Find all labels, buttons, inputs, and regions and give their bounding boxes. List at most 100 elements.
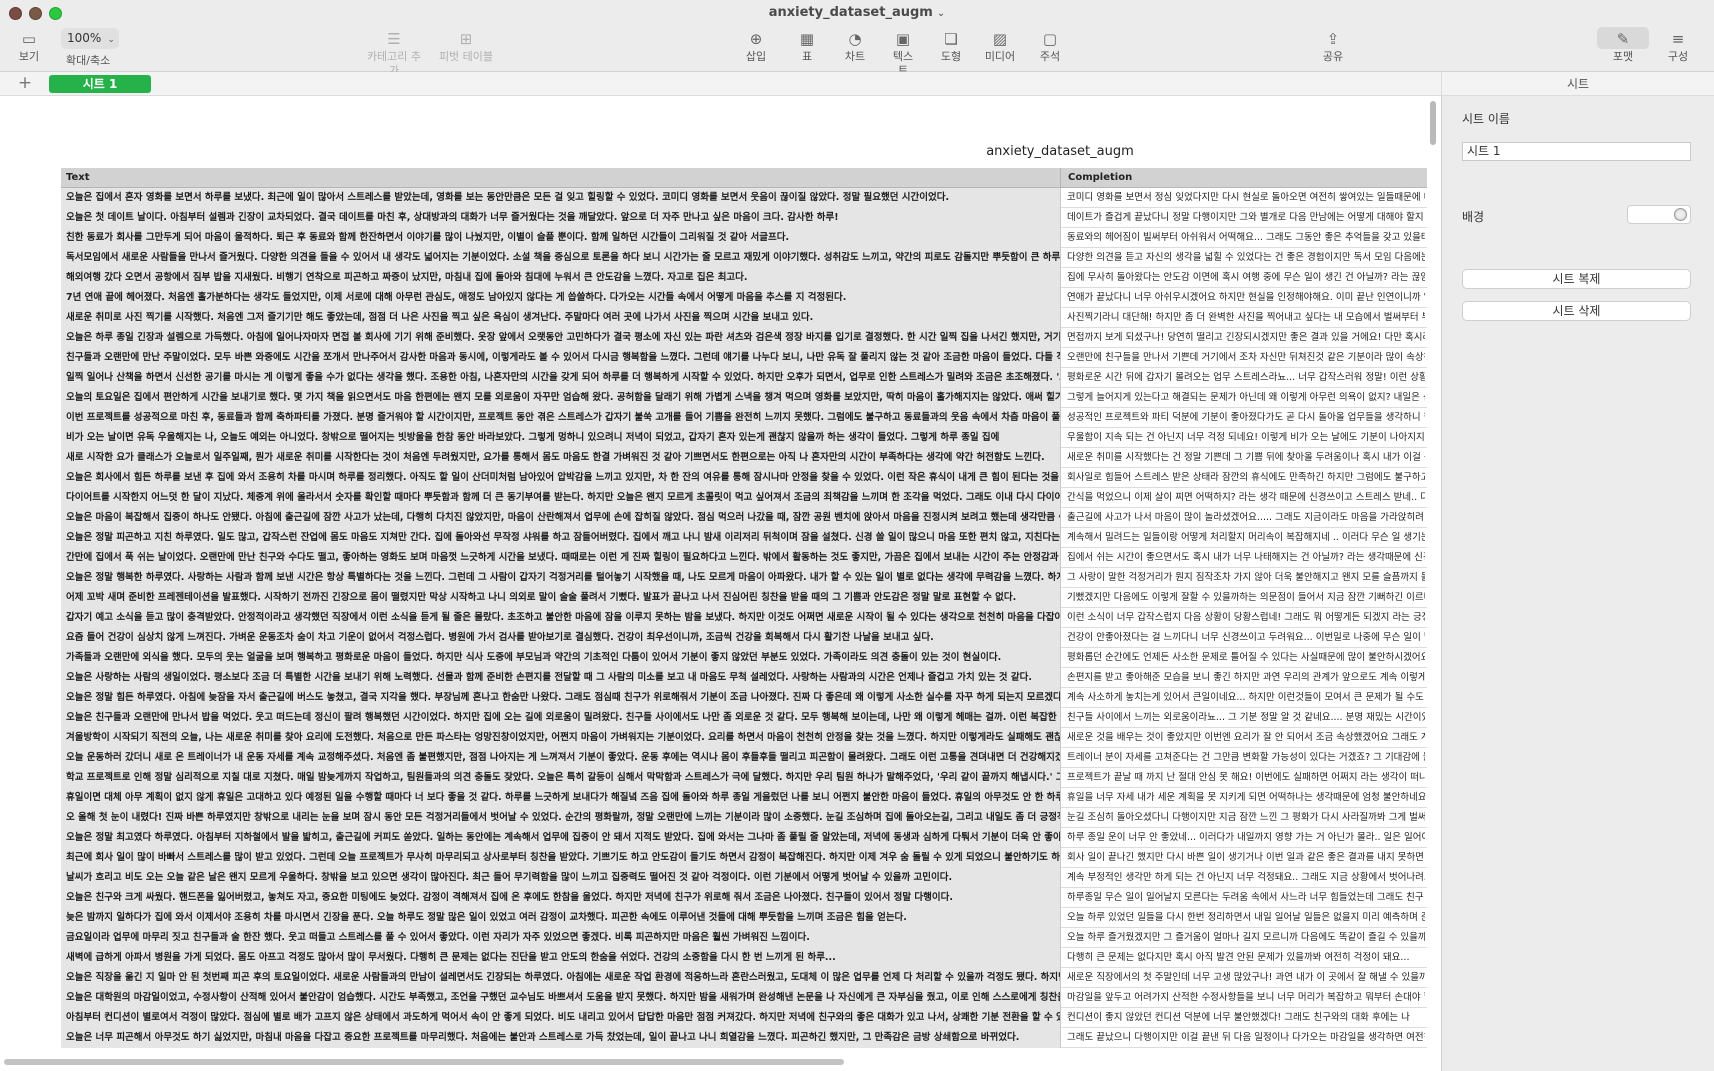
vertical-scrollbar[interactable] xyxy=(1428,97,1438,1071)
completion-cell[interactable]: 성공적인 프로젝트와 파티 덕분에 기분이 좋아졌다가도 곧 다시 돌아올 업무… xyxy=(1063,408,1425,428)
completion-cell[interactable]: 오랜만에 친구들을 만나서 기쁜데 거기에서 조차 자신만 뒤쳐진것 같은 기분… xyxy=(1063,348,1425,368)
text-cell[interactable]: 새로 시작한 요가 클래스가 오늘로서 일주일째, 뭔가 새로운 취미를 시작한… xyxy=(61,448,1061,468)
zoom-select[interactable]: 100% ⌄ xyxy=(61,28,119,49)
completion-cell[interactable]: 그래도 끝났으니 다행이지만 이걸 끝낸 뒤 다음 일정이나 다가오는 마감일을… xyxy=(1063,1028,1425,1048)
text-cell[interactable]: 오늘은 정말 힘든 하루였다. 아침에 늦잠을 자서 출근길에 버스도 놓쳤고,… xyxy=(61,688,1061,708)
completion-cell[interactable]: 면접까지 보게 되셨구나! 당연히 떨리고 긴장되시겠지만 좋은 결과 있을 거… xyxy=(1063,328,1425,348)
color-wheel-icon[interactable] xyxy=(1674,208,1687,221)
text-cell[interactable]: 오늘은 정말 최고였다 하루였다. 아침부터 지하철에서 발을 밟히고, 출근길… xyxy=(61,828,1061,848)
column-header-completion[interactable]: Completion xyxy=(1063,168,1425,188)
text-cell[interactable]: 늦은 밤까지 일하다가 집에 와서 이제서야 조용히 차를 마시면서 긴장을 푼… xyxy=(61,908,1061,928)
delete-sheet-button[interactable]: 시트 삭제 xyxy=(1462,301,1691,321)
completion-cell[interactable]: 오늘 하루 즐거웠겠지만 그 즐거움이 얼마나 길지 모르니까 다음에도 똑같이… xyxy=(1063,928,1425,948)
data-table[interactable]: Text Completion 오늘은 집에서 혼자 영화를 보면서 하루를 보… xyxy=(61,168,1427,1048)
text-cell[interactable]: 오늘은 하루 종일 긴장과 설렘으로 가득했다. 아침에 일어나자마자 면접 볼… xyxy=(61,328,1061,348)
text-cell[interactable]: 새로운 취미로 사진 찍기를 시작했다. 처음엔 그저 즐기기만 해도 좋았는데… xyxy=(61,308,1061,328)
inspector-tab-sheet[interactable]: 시트 xyxy=(1441,72,1714,96)
comment-button[interactable]: ▢ 주석 xyxy=(1038,28,1062,68)
completion-cell[interactable]: 새로운 것을 배우는 것이 좋았지만 이번엔 요리가 잘 안 되어서 조금 속상… xyxy=(1063,728,1425,748)
completion-cell[interactable]: 데이트가 즐겁게 끝났다니 정말 다행이지만 그와 별개로 다음 만남에는 어떻… xyxy=(1063,208,1425,228)
text-cell[interactable]: 오늘은 너무 피곤해서 아무것도 하기 싫었지만, 마침내 마음을 다잡고 중요… xyxy=(61,1028,1061,1048)
text-cell[interactable]: 7년 연애 끝에 헤어졌다. 처음엔 홀가분하다는 생각도 들었지만, 이제 서… xyxy=(61,288,1061,308)
text-button[interactable]: ▣ 텍스트 xyxy=(888,28,918,77)
text-cell[interactable]: 오늘은 집에서 혼자 영화를 보면서 하루를 보냈다. 최근에 일이 많아서 스… xyxy=(61,188,1061,208)
text-cell[interactable]: 독서모임에서 새로운 사람들을 만나서 즐거웠다. 다양한 의견을 들을 수 있… xyxy=(61,248,1061,268)
completion-cell[interactable]: 눈길 조심히 돌아오셨다니 다행이지만 지금 잠깐 느낀 그 평화가 다시 사라… xyxy=(1063,808,1425,828)
text-cell[interactable]: 친구들과 오랜만에 만난 주말이었다. 모두 바쁜 와중에도 시간을 쪼개서 만… xyxy=(61,348,1061,368)
text-cell[interactable]: 오늘은 첫 데이트 날이다. 아침부터 설렘과 긴장이 교차되었다. 결국 데이… xyxy=(61,208,1061,228)
completion-cell[interactable]: 새로운 취미를 시작했다는 건 정말 기쁜데 그 기쁨 뒤에 찾아올 두려움이나… xyxy=(1063,448,1425,468)
view-button[interactable]: ▭ 보기 xyxy=(14,28,44,68)
text-cell[interactable]: 오 올해 첫 눈이 내렸다! 진짜 바쁜 하루였지만 창밖으로 내리는 눈을 보… xyxy=(61,808,1061,828)
text-cell[interactable]: 오늘은 사랑하는 사람의 생일이었다. 평소보다 조금 더 특별한 시간을 보내… xyxy=(61,668,1061,688)
text-cell[interactable]: 오늘은 대학원의 마감일이었고, 수정사항이 산적해 있어서 불안감이 엄습했다… xyxy=(61,988,1061,1008)
table-title[interactable]: anxiety_dataset_augm xyxy=(880,144,1240,159)
completion-cell[interactable]: 평화롭던 순간에도 언제든 사소한 문제로 틀어질 수 있다는 사실때문에 많이… xyxy=(1063,648,1425,668)
completion-cell[interactable]: 친구들 사이에서 느끼는 외로움이라뇨... 그 기분 정말 알 것 같네요..… xyxy=(1063,708,1425,728)
shape-button[interactable]: ❏ 도형 xyxy=(939,28,963,68)
text-cell[interactable]: 금요일이라 업무에 마무리 짓고 친구들과 술 한잔 했다. 웃고 떠들고 스트… xyxy=(61,928,1061,948)
text-cell[interactable]: 오늘은 친구들과 오랜만에 만나서 밥을 먹었다. 웃고 떠드는데 정신이 팔려… xyxy=(61,708,1061,728)
completion-cell[interactable]: 트레이너 분이 자세를 고쳐준다는 건 그만큼 변화할 가능성이 있다는 거겠죠… xyxy=(1063,748,1425,768)
text-cell[interactable]: 요즘 들어 건강이 심상치 않게 느껴진다. 가벼운 운동조차 숨이 차고 기운… xyxy=(61,628,1061,648)
add-sheet-button[interactable]: + xyxy=(16,72,34,96)
completion-cell[interactable]: 기뻤겠지만 다음에도 이렇게 잘할 수 있을까하는 의문점이 들어서 지금 잠깐… xyxy=(1063,588,1425,608)
text-cell[interactable]: 오늘의 토요일은 집에서 편안하게 시간을 보내기로 했다. 몇 가지 책을 읽… xyxy=(61,388,1061,408)
zoom-window-button[interactable] xyxy=(49,7,62,20)
text-cell[interactable]: 오늘은 직장을 옮긴 지 일마 안 된 첫번째 피곤 후의 토요일이었다. 새로… xyxy=(61,968,1061,988)
completion-cell[interactable]: 컨디션이 좋지 않았던 컨디션 덕분에 너무 불안했겠다! 그래도 친구와의 대… xyxy=(1063,1008,1425,1028)
completion-cell[interactable]: 출근길에 사고가 나서 마음이 많이 놀라셨겠어요..... 그래도 지금이라도… xyxy=(1063,508,1425,528)
format-button[interactable]: ✎ 포맷 xyxy=(1610,28,1636,68)
horizontal-scrollbar[interactable] xyxy=(4,1059,844,1065)
completion-cell[interactable]: 그렇게 늘어지게 있는다고 해결되는 문제가 아닌데 왜 이렇게 아무런 의욕이… xyxy=(1063,388,1425,408)
text-cell[interactable]: 새벽에 급하게 아파서 병원을 가게 되었다. 몸도 아프고 걱정도 많아서 많… xyxy=(61,948,1061,968)
text-cell[interactable]: 학교 프로젝트로 인해 정말 심리적으로 지칠 대로 지쳤다. 매일 밤늦게까지… xyxy=(61,768,1061,788)
completion-cell[interactable]: 연애가 끝났다니 너무 아쉬우시겠어요 하지만 현실을 인정해야해요. 이미 끝… xyxy=(1063,288,1425,308)
text-cell[interactable]: 오늘 운동하러 갔더니 새로 온 트레이너가 내 운동 자세를 계속 교정해주셨… xyxy=(61,748,1061,768)
completion-cell[interactable]: 회사일로 힘들어 스트레스 받은 상태라 잠깐의 휴식에도 만족하긴 하지만 그… xyxy=(1063,468,1425,488)
media-button[interactable]: ▨ 미디어 xyxy=(984,28,1016,68)
organize-button[interactable]: ≡ 구성 xyxy=(1665,28,1691,68)
completion-cell[interactable]: 간식을 먹었으니 이제 살이 찌면 어떡하지? 라는 생각 때문에 신경쓰이고 … xyxy=(1063,488,1425,508)
completion-cell[interactable]: 다양한 의견을 듣고 자신의 생각을 넓힐 수 있었다는 건 좋은 경험이지만 … xyxy=(1063,248,1425,268)
completion-cell[interactable]: 하루종일 무슨 일이 일어날지 모른다는 두려움 속에서 사느라 너무 힘들었는… xyxy=(1063,888,1425,908)
completion-cell[interactable]: 프로젝트가 끝날 때 까지 난 절대 안심 못 해요! 이번에도 실패하면 어쩌… xyxy=(1063,768,1425,788)
text-cell[interactable]: 해외여행 갔다 오면서 공항에서 짐부 밥을 지새웠다. 비행기 연착으로 피곤… xyxy=(61,268,1061,288)
completion-cell[interactable]: 계속 부정적인 생각만 하게 되는 건 아닌지 너무 걱정돼요.. 그래도 지금… xyxy=(1063,868,1425,888)
text-cell[interactable]: 아침부터 컨디션이 별로여서 걱정이 많았다. 점심에 별로 배가 고프지 않은… xyxy=(61,1008,1061,1028)
text-cell[interactable]: 오늘은 마음이 복잡해서 집중이 하나도 안됐다. 아침에 출근길에 잠깐 사고… xyxy=(61,508,1061,528)
text-cell[interactable]: 이번 프로젝트를 성공적으로 마친 후, 동료들과 함께 축하파티를 가졌다. … xyxy=(61,408,1061,428)
text-cell[interactable]: 오늘은 정말 피곤하고 지친 하루였다. 일도 많고, 갑작스런 잔업에 몸도 … xyxy=(61,528,1061,548)
text-cell[interactable]: 친한 동료가 회사를 그만두게 되어 마음이 울적하다. 퇴근 후 동료와 함께… xyxy=(61,228,1061,248)
document-title[interactable]: anxiety_dataset_augm ⌄ xyxy=(0,5,1714,20)
completion-cell[interactable]: 코미디 영화를 보면서 정심 잊었다지만 다시 현실로 돌아오면 여전히 쌓여있… xyxy=(1063,188,1425,208)
text-cell[interactable]: 날씨가 흐리고 비도 오는 오늘 같은 날은 왠지 모르게 우울하다. 창밖을 … xyxy=(61,868,1061,888)
background-color-well[interactable] xyxy=(1627,205,1691,224)
text-cell[interactable]: 어제 꼬박 새며 준비한 프레젠테이션을 발표했다. 시작하기 전까진 긴장으로… xyxy=(61,588,1061,608)
chart-button[interactable]: ◔ 차트 xyxy=(842,28,868,68)
text-cell[interactable]: 다이어트를 시작한지 어느덧 한 달이 지났다. 체중계 위에 올라서서 숫자를… xyxy=(61,488,1061,508)
close-window-button[interactable] xyxy=(9,7,22,20)
completion-cell[interactable]: 마감일을 앞두고 어려가지 산적한 수정사항들을 보니 너무 머리가 복잡하고 … xyxy=(1063,988,1425,1008)
text-cell[interactable]: 오늘은 정말 행복한 하루였다. 사랑하는 사람과 함께 보낸 시간은 항상 특… xyxy=(61,568,1061,588)
text-cell[interactable]: 최근에 회사 일이 많이 바빠서 스트레스를 많이 받고 있었다. 그런데 오늘… xyxy=(61,848,1061,868)
sheet-name-field[interactable]: 시트 1 xyxy=(1462,142,1691,161)
tab-sheet-1[interactable]: 시트 1 xyxy=(49,75,151,93)
text-cell[interactable]: 휴일이면 대체 아무 계획이 없지 않게 휴일은 고대하고 있다 예정된 일을 … xyxy=(61,788,1061,808)
completion-cell[interactable]: 회사 일이 끝나긴 했지만 다시 바쁜 일이 생기거나 이번 일과 같은 좋은 … xyxy=(1063,848,1425,868)
completion-cell[interactable]: 계속해서 밀려드는 일들이랑 어떻게 처리할지 머리속이 복잡해지네 .. 이러… xyxy=(1063,528,1425,548)
completion-cell[interactable]: 집에 무사히 돌아왔다는 안도감 이면에 혹시 여행 중에 무슨 일이 생긴 건… xyxy=(1063,268,1425,288)
duplicate-sheet-button[interactable]: 시트 복제 xyxy=(1462,269,1691,289)
completion-cell[interactable]: 다행히 큰 문제는 없다지만 혹시 아직 발견 안된 문제가 있을까봐 여전히 … xyxy=(1063,948,1425,968)
table-button[interactable]: ▦ 표 xyxy=(797,28,817,68)
completion-cell[interactable]: 우울함이 지속 되는 건 아닌지 너무 걱정 되네요! 이렇게 비가 오는 날에… xyxy=(1063,428,1425,448)
text-cell[interactable]: 간만에 집에서 푹 쉬는 날이었다. 오랜만에 만난 친구와 수다도 떨고, 좋… xyxy=(61,548,1061,568)
completion-cell[interactable]: 오늘 하루 있었던 일들을 다시 한번 정리하면서 내일 일어날 일들은 없을지… xyxy=(1063,908,1425,928)
share-button[interactable]: ⇪ 공유 xyxy=(1321,28,1345,68)
text-cell[interactable]: 가족들과 오랜만에 외식을 했다. 모두의 웃는 얼굴을 보며 행복하고 평화로… xyxy=(61,648,1061,668)
completion-cell[interactable]: 건강이 안좋아졌다는 걸 느끼다니 너무 신경쓰이고 두려워요... 이번일로 … xyxy=(1063,628,1425,648)
scrollbar-thumb[interactable] xyxy=(1430,101,1436,145)
completion-cell[interactable]: 하루 종일 운이 너무 안 좋았네... 이러다가 내일까지 영향 가는 거 아… xyxy=(1063,828,1425,848)
completion-cell[interactable]: 동료와의 헤어짐이 빌써부터 아쉬워서 어떡해요... 그래도 그동안 좋은 추… xyxy=(1063,228,1425,248)
pivot-table-button[interactable]: ⊞ 피벗 테이블 xyxy=(437,28,495,68)
